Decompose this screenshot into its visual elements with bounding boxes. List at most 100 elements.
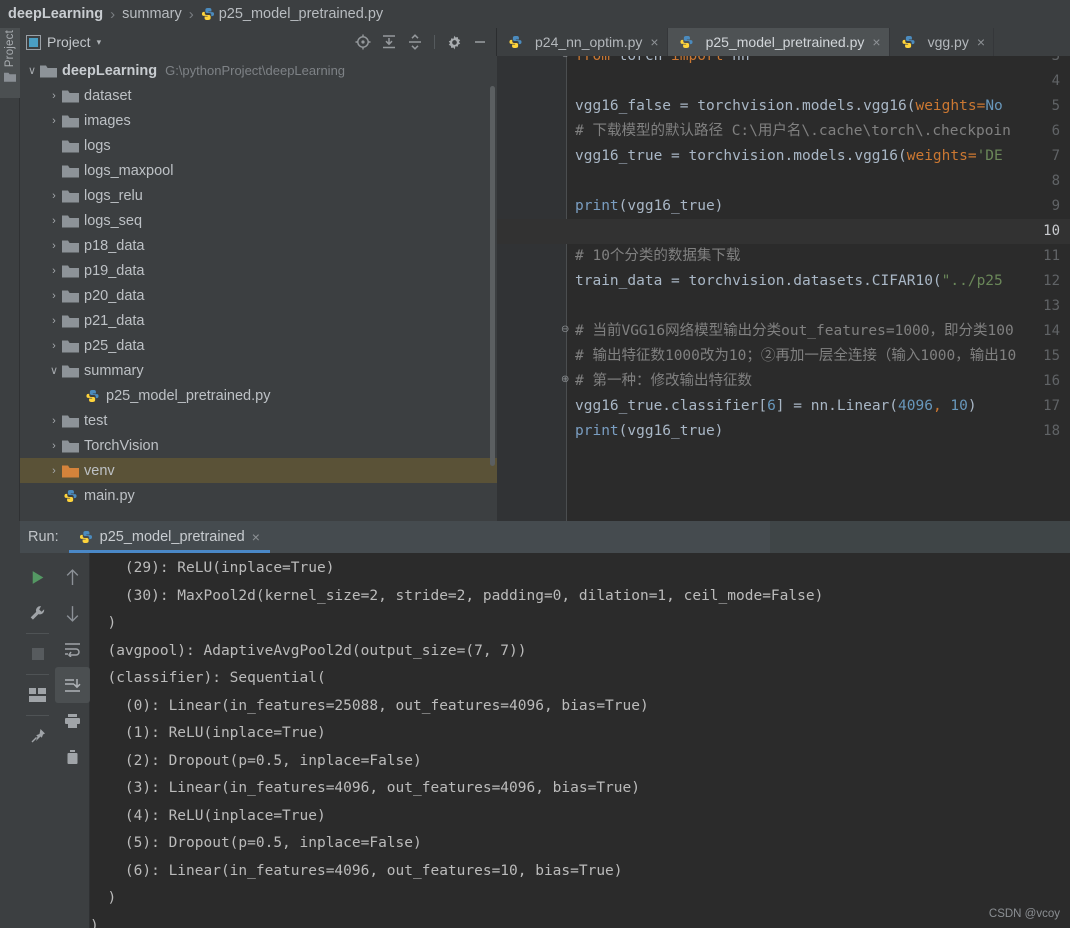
console-line: (avgpool): AdaptiveAvgPool2d(output_size… bbox=[90, 642, 527, 659]
settings-gear-icon[interactable] bbox=[444, 32, 464, 52]
code-line[interactable]: # 下载模型的默认路径 C:\用户名\.cache\torch\.checkpo… bbox=[575, 119, 1011, 144]
project-tree[interactable]: ∨ deepLearning G:\pythonProject\deepLearni… bbox=[20, 56, 497, 521]
close-icon[interactable]: × bbox=[650, 34, 658, 50]
tree-expand-arrow-icon[interactable]: › bbox=[46, 440, 62, 452]
code-line[interactable]: print(vgg16_true) bbox=[575, 419, 723, 444]
breadcrumb-separator-icon: › bbox=[188, 5, 194, 23]
editor-tab-vgg-py[interactable]: vgg.py × bbox=[889, 28, 995, 56]
run-icon[interactable] bbox=[20, 559, 55, 595]
editor-gutter[interactable] bbox=[497, 56, 545, 521]
tree-item-logs-maxpool[interactable]: › logs_maxpool bbox=[20, 158, 497, 183]
tree-expand-arrow-icon[interactable]: ∨ bbox=[24, 64, 40, 77]
trash-icon[interactable] bbox=[55, 739, 90, 775]
editor-tab-p24-nn-optim-py[interactable]: p24_nn_optim.py × bbox=[497, 28, 668, 56]
code-line[interactable]: # 第一种：修改输出特征数 bbox=[575, 369, 752, 394]
run-tab-p25[interactable]: p25_model_pretrained × bbox=[68, 521, 270, 553]
tree-item-venv[interactable]: › venv bbox=[20, 458, 497, 483]
tree-expand-arrow-icon[interactable]: › bbox=[46, 90, 62, 102]
run-console-output[interactable]: (29): ReLU(inplace=True) (30): MaxPool2d… bbox=[90, 553, 1070, 928]
tree-expand-arrow-icon[interactable]: › bbox=[46, 415, 62, 427]
tree-item-dataset[interactable]: › dataset bbox=[20, 83, 497, 108]
expand-all-icon[interactable] bbox=[379, 32, 399, 52]
tree-item-label: p25_data bbox=[84, 337, 145, 354]
editor-tab-label: p24_nn_optim.py bbox=[535, 34, 643, 50]
sidebar-tab-project[interactable]: Project bbox=[0, 28, 20, 98]
tree-item-p21-data[interactable]: › p21_data bbox=[20, 308, 497, 333]
tree-expand-arrow-icon[interactable]: › bbox=[46, 465, 62, 477]
code-fold-icon[interactable]: ⊖ bbox=[561, 56, 572, 60]
tree-expand-arrow-icon[interactable]: › bbox=[46, 240, 62, 252]
close-icon[interactable]: × bbox=[252, 529, 260, 545]
code-line[interactable]: vgg16_true.classifier[6] = nn.Linear(409… bbox=[575, 394, 977, 419]
code-line[interactable]: # 当前VGG16网络模型输出分类out_features=1000，即分类10… bbox=[575, 319, 1014, 344]
locate-icon[interactable] bbox=[353, 32, 373, 52]
code-line[interactable]: # 10个分类的数据集下载 bbox=[575, 244, 740, 269]
tree-item-p18-data[interactable]: › p18_data bbox=[20, 233, 497, 258]
tree-expand-arrow-icon[interactable]: › bbox=[46, 265, 62, 277]
tree-expand-arrow-icon[interactable]: › bbox=[46, 115, 62, 127]
code-line[interactable]: from torch import nn bbox=[575, 56, 750, 69]
layout-icon[interactable] bbox=[20, 677, 55, 713]
project-tree-scrollbar[interactable] bbox=[490, 86, 495, 466]
python-file-icon bbox=[62, 489, 84, 503]
folder-icon bbox=[62, 139, 84, 153]
code-line[interactable]: train_data = torchvision.datasets.CIFAR1… bbox=[575, 269, 1003, 294]
code-fold-icon[interactable]: ⊖ bbox=[561, 324, 572, 335]
collapse-all-icon[interactable] bbox=[405, 32, 425, 52]
tree-item-logs[interactable]: › logs bbox=[20, 133, 497, 158]
scroll-to-end-icon[interactable] bbox=[55, 667, 90, 703]
down-arrow-icon[interactable] bbox=[55, 595, 90, 631]
code-editor[interactable]: 3⊖from torch import nn45vgg16_false = to… bbox=[497, 56, 1070, 521]
code-line[interactable]: print(vgg16_true) bbox=[575, 194, 723, 219]
tree-item-main-py[interactable]: › main.py bbox=[20, 483, 497, 508]
tree-expand-arrow-icon[interactable]: ∨ bbox=[46, 364, 62, 377]
python-file-icon bbox=[900, 35, 922, 49]
breadcrumb-item-folder[interactable]: summary bbox=[122, 6, 182, 22]
close-icon[interactable]: × bbox=[977, 34, 985, 50]
tree-item-p19-data[interactable]: › p19_data bbox=[20, 258, 497, 283]
tree-expand-arrow-icon[interactable]: › bbox=[46, 315, 62, 327]
breadcrumb-item-project[interactable]: deepLearning bbox=[8, 6, 103, 22]
tree-item-label: deepLearning bbox=[62, 62, 158, 79]
breadcrumb-item-file[interactable]: p25_model_pretrained.py bbox=[219, 6, 383, 22]
print-icon[interactable] bbox=[55, 703, 90, 739]
tree-expand-arrow-icon[interactable]: › bbox=[46, 215, 62, 227]
up-arrow-icon[interactable] bbox=[55, 559, 90, 595]
tree-item-summary[interactable]: ∨ summary bbox=[20, 358, 497, 383]
tree-item-test[interactable]: › test bbox=[20, 408, 497, 433]
tree-expand-arrow-icon[interactable]: › bbox=[46, 340, 62, 352]
tree-item-p25-model-pretrained-py[interactable]: › p25_model_pretrained.py bbox=[20, 383, 497, 408]
stop-icon[interactable] bbox=[20, 636, 55, 672]
tree-expand-arrow-icon[interactable]: › bbox=[46, 190, 62, 202]
chevron-down-icon[interactable]: ▾ bbox=[97, 37, 102, 48]
tree-expand-arrow-icon[interactable]: › bbox=[46, 290, 62, 302]
code-line[interactable]: vgg16_true = torchvision.models.vgg16(we… bbox=[575, 144, 1003, 169]
close-icon[interactable]: × bbox=[872, 34, 880, 50]
tree-expand-arrow-icon[interactable]: › bbox=[46, 490, 62, 502]
editor-tab-bar[interactable]: p24_nn_optim.py × p25_model_pretrained.py ×… bbox=[497, 28, 1070, 56]
tree-expand-arrow-icon[interactable]: › bbox=[68, 390, 84, 402]
run-toolbar-left[interactable] bbox=[20, 553, 55, 928]
tree-item-torchvision[interactable]: › TorchVision bbox=[20, 433, 497, 458]
editor-tab-p25-model-pretrained-py[interactable]: p25_model_pretrained.py × bbox=[667, 28, 890, 56]
code-line[interactable]: # 输出特征数1000改为10；②再加一层全连接（输入1000，输出10 bbox=[575, 344, 1016, 369]
soft-wrap-icon[interactable] bbox=[55, 631, 90, 667]
code-fold-icon[interactable]: ⊕ bbox=[561, 374, 572, 385]
hide-panel-icon[interactable] bbox=[470, 32, 490, 52]
tree-item-p20-data[interactable]: › p20_data bbox=[20, 283, 497, 308]
tree-item-deeplearning[interactable]: ∨ deepLearning G:\pythonProject\deepLearni… bbox=[20, 58, 497, 83]
pin-icon[interactable] bbox=[20, 718, 55, 754]
run-toolbar-right[interactable] bbox=[55, 553, 90, 928]
tree-item-logs-seq[interactable]: › logs_seq bbox=[20, 208, 497, 233]
tree-expand-arrow-icon[interactable]: › bbox=[46, 165, 62, 177]
editor-fold-strip[interactable] bbox=[545, 56, 567, 521]
tree-item-p25-data[interactable]: › p25_data bbox=[20, 333, 497, 358]
folder-icon bbox=[62, 214, 84, 228]
debug-wrench-icon[interactable] bbox=[20, 595, 55, 631]
tree-item-logs-relu[interactable]: › logs_relu bbox=[20, 183, 497, 208]
tree-item-images[interactable]: › images bbox=[20, 108, 497, 133]
code-line[interactable]: vgg16_false = torchvision.models.vgg16(w… bbox=[575, 94, 1003, 119]
console-line: (1): ReLU(inplace=True) bbox=[90, 725, 326, 741]
tree-expand-arrow-icon[interactable]: › bbox=[46, 140, 62, 152]
folder-icon bbox=[62, 439, 84, 453]
